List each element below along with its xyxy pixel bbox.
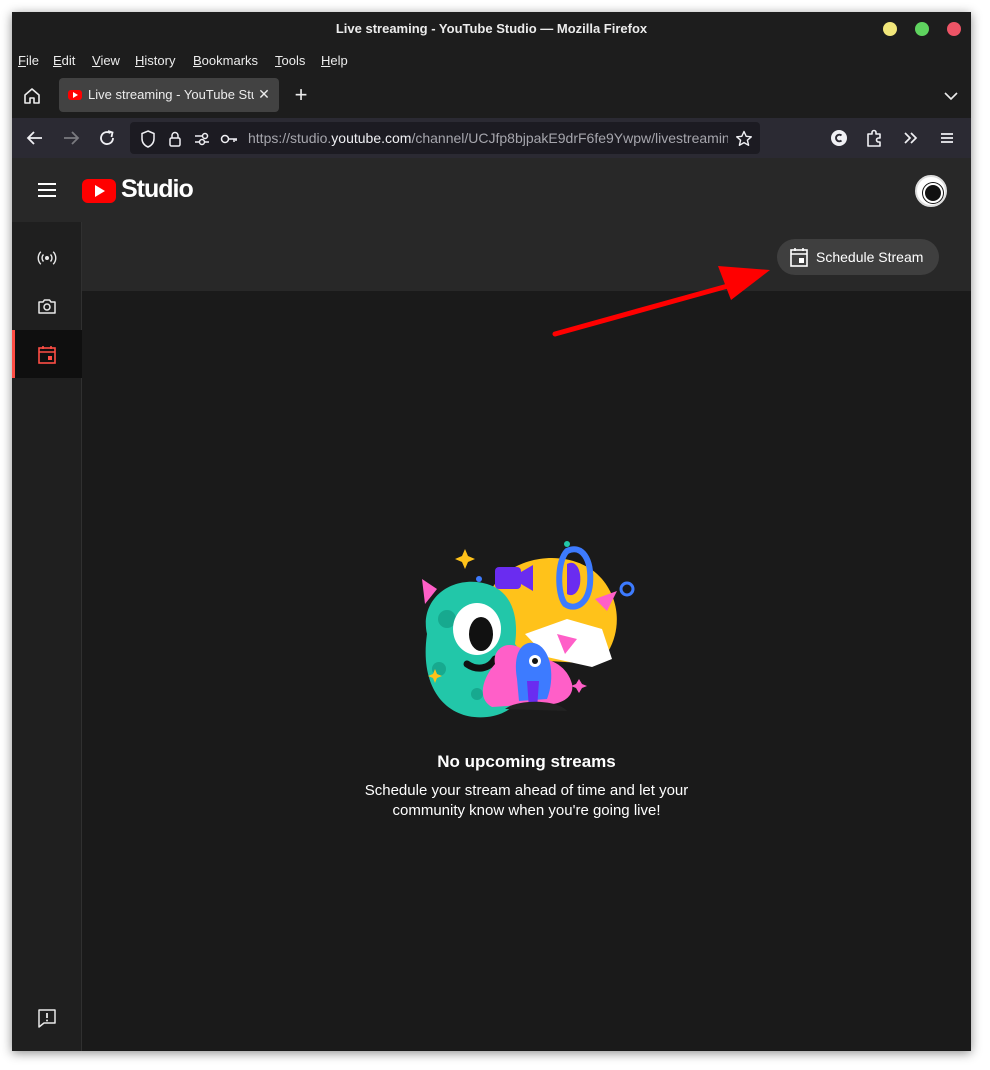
reload-button[interactable]: [95, 126, 119, 150]
browser-window: Live streaming - YouTube Studio — Mozill…: [12, 12, 971, 1051]
studio-header: Studio: [12, 158, 971, 222]
list-all-tabs-button[interactable]: [940, 86, 962, 106]
no-streams-illustration: [422, 541, 635, 718]
sidebar: [12, 222, 82, 1051]
lock-icon: [169, 131, 181, 147]
camera-icon: [38, 299, 56, 314]
menu-tools[interactable]: Tools: [275, 53, 305, 68]
title-bar: Live streaming - YouTube Studio — Mozill…: [12, 12, 971, 46]
toolbar: Schedule Stream: [82, 222, 971, 291]
extension-c-button[interactable]: [827, 126, 851, 150]
password-key-button[interactable]: [219, 129, 239, 149]
app-menu-icon: [941, 133, 953, 143]
key-icon: [220, 134, 237, 144]
calendar-icon: [38, 346, 56, 364]
maximize-button[interactable]: [915, 22, 929, 36]
sidebar-item-manage[interactable]: [12, 330, 82, 378]
star-icon: [736, 130, 752, 146]
close-window-button[interactable]: [947, 22, 961, 36]
home-icon: [24, 88, 40, 104]
chevron-down-icon: [944, 92, 958, 101]
back-button[interactable]: [23, 126, 47, 150]
feedback-icon: [38, 1009, 56, 1028]
url-bar[interactable]: https://studio.youtube.com/channel/UCJfp…: [130, 122, 760, 154]
minimize-button[interactable]: [883, 22, 897, 36]
account-avatar[interactable]: [915, 175, 947, 207]
tab-live-streaming[interactable]: Live streaming - YouTube Studio ✕: [59, 78, 279, 112]
permissions-button[interactable]: [192, 129, 212, 149]
permissions-icon: [195, 132, 209, 146]
back-icon: [26, 131, 42, 145]
sidebar-item-live[interactable]: [12, 234, 82, 282]
shield-icon: [141, 130, 155, 148]
reload-icon: [100, 130, 114, 145]
empty-state-description: Schedule your stream ahead of time and l…: [82, 781, 971, 821]
app-menu-button[interactable]: [935, 126, 959, 150]
menu-bar: File Edit View History Bookmarks Tools H…: [12, 46, 971, 74]
sidebar-item-webcam[interactable]: [12, 282, 82, 330]
overflow-icon: [904, 132, 918, 144]
hamburger-icon[interactable]: [38, 183, 56, 197]
overflow-menu-button[interactable]: [899, 126, 923, 150]
site-info-button[interactable]: [165, 129, 185, 149]
forward-icon: [64, 131, 80, 145]
navigation-bar: https://studio.youtube.com/channel/UCJfp…: [12, 118, 971, 158]
forward-button[interactable]: [59, 126, 83, 150]
window-title: Live streaming - YouTube Studio — Mozill…: [335, 21, 648, 36]
schedule-stream-button[interactable]: Schedule Stream: [777, 239, 939, 275]
live-broadcast-icon: [37, 251, 57, 265]
extension-c-icon: [831, 130, 847, 146]
youtube-favicon-icon: [68, 90, 82, 100]
tab-bar: Live streaming - YouTube Studio ✕ +: [12, 74, 971, 118]
extensions-button[interactable]: [863, 126, 887, 150]
tracking-protection-button[interactable]: [138, 129, 158, 149]
url-text: https://studio.youtube.com/channel/UCJfp…: [248, 130, 728, 146]
feedback-button[interactable]: [36, 1007, 58, 1029]
menu-file[interactable]: File: [18, 53, 39, 68]
home-button[interactable]: [20, 84, 44, 108]
empty-state-line-2: community know when you're going live!: [392, 802, 661, 819]
studio-brand[interactable]: Studio: [121, 175, 194, 204]
tab-close-button[interactable]: ✕: [256, 86, 272, 102]
tab-title: Live streaming - YouTube Studio: [88, 87, 254, 102]
menu-bookmarks[interactable]: Bookmarks: [193, 53, 258, 68]
empty-state-line-1: Schedule your stream ahead of time and l…: [364, 782, 689, 799]
menu-history[interactable]: History: [135, 53, 175, 68]
menu-edit[interactable]: Edit: [53, 53, 75, 68]
main-content: No upcoming streams Schedule your stream…: [82, 291, 971, 1051]
youtube-logo-icon[interactable]: [82, 179, 116, 203]
empty-state-title: No upcoming streams: [437, 752, 616, 771]
bookmark-star-button[interactable]: [734, 129, 754, 149]
menu-view[interactable]: View: [92, 53, 120, 68]
new-tab-button[interactable]: +: [290, 84, 312, 106]
menu-help[interactable]: Help: [321, 53, 348, 68]
calendar-icon: [790, 248, 808, 267]
puzzle-icon: [867, 129, 881, 147]
schedule-stream-label: Schedule Stream: [816, 249, 924, 265]
